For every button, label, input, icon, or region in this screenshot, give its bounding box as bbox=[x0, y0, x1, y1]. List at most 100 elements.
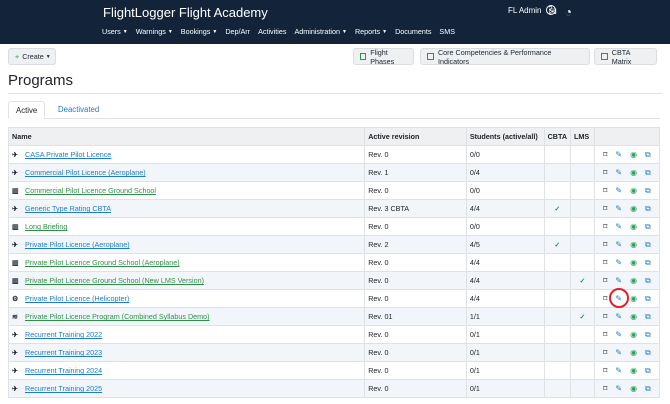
toggle-icon[interactable]: ◉ bbox=[630, 186, 637, 195]
cbta-matrix-button[interactable]: CBTA Matrix bbox=[594, 48, 657, 66]
nav-activities[interactable]: Activities bbox=[258, 27, 286, 36]
program-link[interactable]: Recurrent Training 2025 bbox=[25, 384, 102, 393]
copy-icon[interactable]: ⧉ bbox=[645, 312, 651, 322]
table-row: ▥ Private Pilot Licence Ground School (Ne… bbox=[7, 271, 660, 290]
copy-icon[interactable]: ⧉ bbox=[645, 168, 651, 178]
copy-icon[interactable]: ⧉ bbox=[645, 204, 651, 214]
bookmark-icon[interactable]: ⌑ bbox=[603, 186, 607, 195]
edit-icon[interactable]: ✎ bbox=[615, 222, 622, 231]
toggle-icon[interactable]: ◉ bbox=[630, 276, 637, 285]
edit-icon[interactable]: ✎ bbox=[615, 330, 622, 339]
toggle-icon[interactable]: ◉ bbox=[630, 150, 637, 159]
bookmark-icon[interactable]: ⌑ bbox=[603, 276, 607, 285]
copy-icon[interactable]: ⧉ bbox=[645, 222, 651, 232]
bookmark-icon[interactable]: ⌑ bbox=[603, 222, 607, 231]
edit-icon[interactable]: ✎ bbox=[615, 204, 622, 213]
edit-icon[interactable]: ✎ bbox=[615, 258, 622, 267]
edit-icon[interactable]: ✎ bbox=[615, 312, 622, 321]
nav-administration[interactable]: Administration ▼ bbox=[294, 27, 347, 36]
lms-cell bbox=[570, 253, 596, 272]
toggle-icon[interactable]: ◉ bbox=[630, 258, 637, 267]
lms-cell bbox=[570, 343, 596, 362]
edit-icon[interactable]: ✎ bbox=[615, 348, 622, 357]
program-link[interactable]: Private Pilot Licence (Aeroplane) bbox=[25, 240, 130, 249]
nav-sms[interactable]: SMS bbox=[439, 27, 455, 36]
edit-icon[interactable]: ✎ bbox=[615, 366, 622, 375]
edit-icon[interactable]: ✎ bbox=[615, 240, 622, 249]
toggle-icon[interactable]: ◉ bbox=[630, 366, 637, 375]
copy-icon[interactable]: ⧉ bbox=[645, 384, 651, 394]
toggle-icon[interactable]: ◉ bbox=[630, 384, 637, 393]
tab-deactivated[interactable]: Deactivated bbox=[51, 101, 106, 119]
copy-icon[interactable]: ⧉ bbox=[645, 330, 651, 340]
program-link[interactable]: Private Pilot Licence Program (Combined … bbox=[25, 312, 210, 321]
active-revision: Rev. 01 bbox=[364, 307, 467, 326]
flight-phases-button[interactable]: Flight Phases bbox=[353, 48, 414, 66]
bookmark-icon[interactable]: ⌑ bbox=[603, 366, 607, 375]
toggle-icon[interactable]: ◉ bbox=[630, 294, 637, 303]
program-link[interactable]: Recurrent Training 2023 bbox=[25, 348, 102, 357]
copy-icon[interactable]: ⧉ bbox=[645, 240, 651, 250]
bookmark-icon[interactable]: ⌑ bbox=[603, 168, 607, 177]
copy-icon[interactable]: ⧉ bbox=[645, 186, 651, 196]
programs-table: Name Active revision Students (active/al… bbox=[7, 127, 660, 398]
bookmark-icon[interactable]: ⌑ bbox=[603, 330, 607, 339]
main-navigation: Users ▼ Warnings ▼ Bookings ▼ Dep/Arr Activ… bbox=[102, 27, 455, 36]
program-link[interactable]: Private Pilot Licence (Helicopter) bbox=[25, 294, 129, 303]
bookmark-icon[interactable]: ⌑ bbox=[603, 258, 607, 267]
cbta-cell bbox=[543, 325, 572, 344]
bookmark-icon[interactable]: ⌑ bbox=[603, 348, 607, 357]
nav-bookings[interactable]: Bookings ▼ bbox=[181, 27, 218, 36]
students-count: 0/1 bbox=[465, 379, 545, 398]
bookmark-icon[interactable]: ⌑ bbox=[603, 240, 607, 249]
students-count: 0/1 bbox=[465, 361, 545, 380]
program-link[interactable]: Generic Type Rating CBTA bbox=[25, 204, 111, 213]
copy-icon[interactable]: ⧉ bbox=[645, 150, 651, 160]
toggle-icon[interactable]: ◉ bbox=[630, 204, 637, 213]
copy-icon[interactable]: ⧉ bbox=[645, 348, 651, 358]
edit-icon[interactable]: ✎ bbox=[615, 186, 622, 195]
lms-check: ✓ bbox=[570, 307, 596, 326]
toggle-icon[interactable]: ◉ bbox=[630, 330, 637, 339]
copy-icon[interactable]: ⧉ bbox=[645, 258, 651, 268]
program-link[interactable]: Commercial Pilot Licence (Aeroplane) bbox=[25, 168, 146, 177]
edit-icon[interactable]: ✎ bbox=[615, 276, 622, 285]
chart-icon bbox=[360, 53, 367, 60]
nav-users[interactable]: Users ▼ bbox=[102, 27, 128, 36]
core-competencies-button[interactable]: Core Competencies & Performance Indicato… bbox=[420, 48, 590, 66]
program-link[interactable]: Recurrent Training 2022 bbox=[25, 330, 102, 339]
bookmark-icon[interactable]: ⌑ bbox=[603, 294, 607, 303]
copy-icon[interactable]: ⧉ bbox=[645, 294, 651, 304]
edit-icon[interactable]: ✎ bbox=[615, 150, 622, 159]
edit-icon[interactable]: ✎ bbox=[615, 384, 622, 393]
edit-icon[interactable]: ✎ bbox=[615, 168, 622, 177]
copy-icon[interactable]: ⧉ bbox=[645, 366, 651, 376]
toggle-icon[interactable]: ◉ bbox=[630, 168, 637, 177]
tab-active[interactable]: Active bbox=[8, 101, 46, 119]
program-link[interactable]: Private Pilot Licence Ground School (Aer… bbox=[25, 258, 180, 267]
bookmark-icon[interactable]: ⌑ bbox=[603, 384, 607, 393]
program-link[interactable]: Private Pilot Licence Ground School (New… bbox=[25, 276, 204, 285]
toggle-icon[interactable]: ◉ bbox=[630, 312, 637, 321]
program-link[interactable]: Long Briefing bbox=[25, 222, 67, 231]
bookmark-icon[interactable]: ⌑ bbox=[603, 150, 607, 159]
plane-icon: ✈ bbox=[12, 204, 19, 213]
logo-icon: ◔ bbox=[564, 5, 572, 19]
nav-warnings[interactable]: Warnings ▼ bbox=[136, 27, 173, 36]
nav-reports[interactable]: Reports ▼ bbox=[355, 27, 387, 36]
nav-documents[interactable]: Documents bbox=[395, 27, 431, 36]
program-link[interactable]: CASA Private Pilot Licence bbox=[25, 150, 111, 159]
user-menu[interactable]: FL Admin ? bbox=[508, 5, 556, 15]
copy-icon[interactable]: ⧉ bbox=[645, 276, 651, 286]
toggle-icon[interactable]: ◉ bbox=[630, 222, 637, 231]
program-link[interactable]: Commercial Pilot Licence Ground School bbox=[25, 186, 156, 195]
help-icon[interactable]: ? bbox=[545, 5, 556, 15]
bookmark-icon[interactable]: ⌑ bbox=[603, 204, 607, 213]
nav-deparr[interactable]: Dep/Arr bbox=[225, 27, 250, 36]
create-button[interactable]: + Create ▼ bbox=[8, 48, 56, 65]
program-link[interactable]: Recurrent Training 2024 bbox=[25, 366, 102, 375]
bookmark-icon[interactable]: ⌑ bbox=[603, 312, 607, 321]
cbta-cell bbox=[543, 343, 572, 362]
toggle-icon[interactable]: ◉ bbox=[630, 240, 637, 249]
toggle-icon[interactable]: ◉ bbox=[630, 348, 637, 357]
